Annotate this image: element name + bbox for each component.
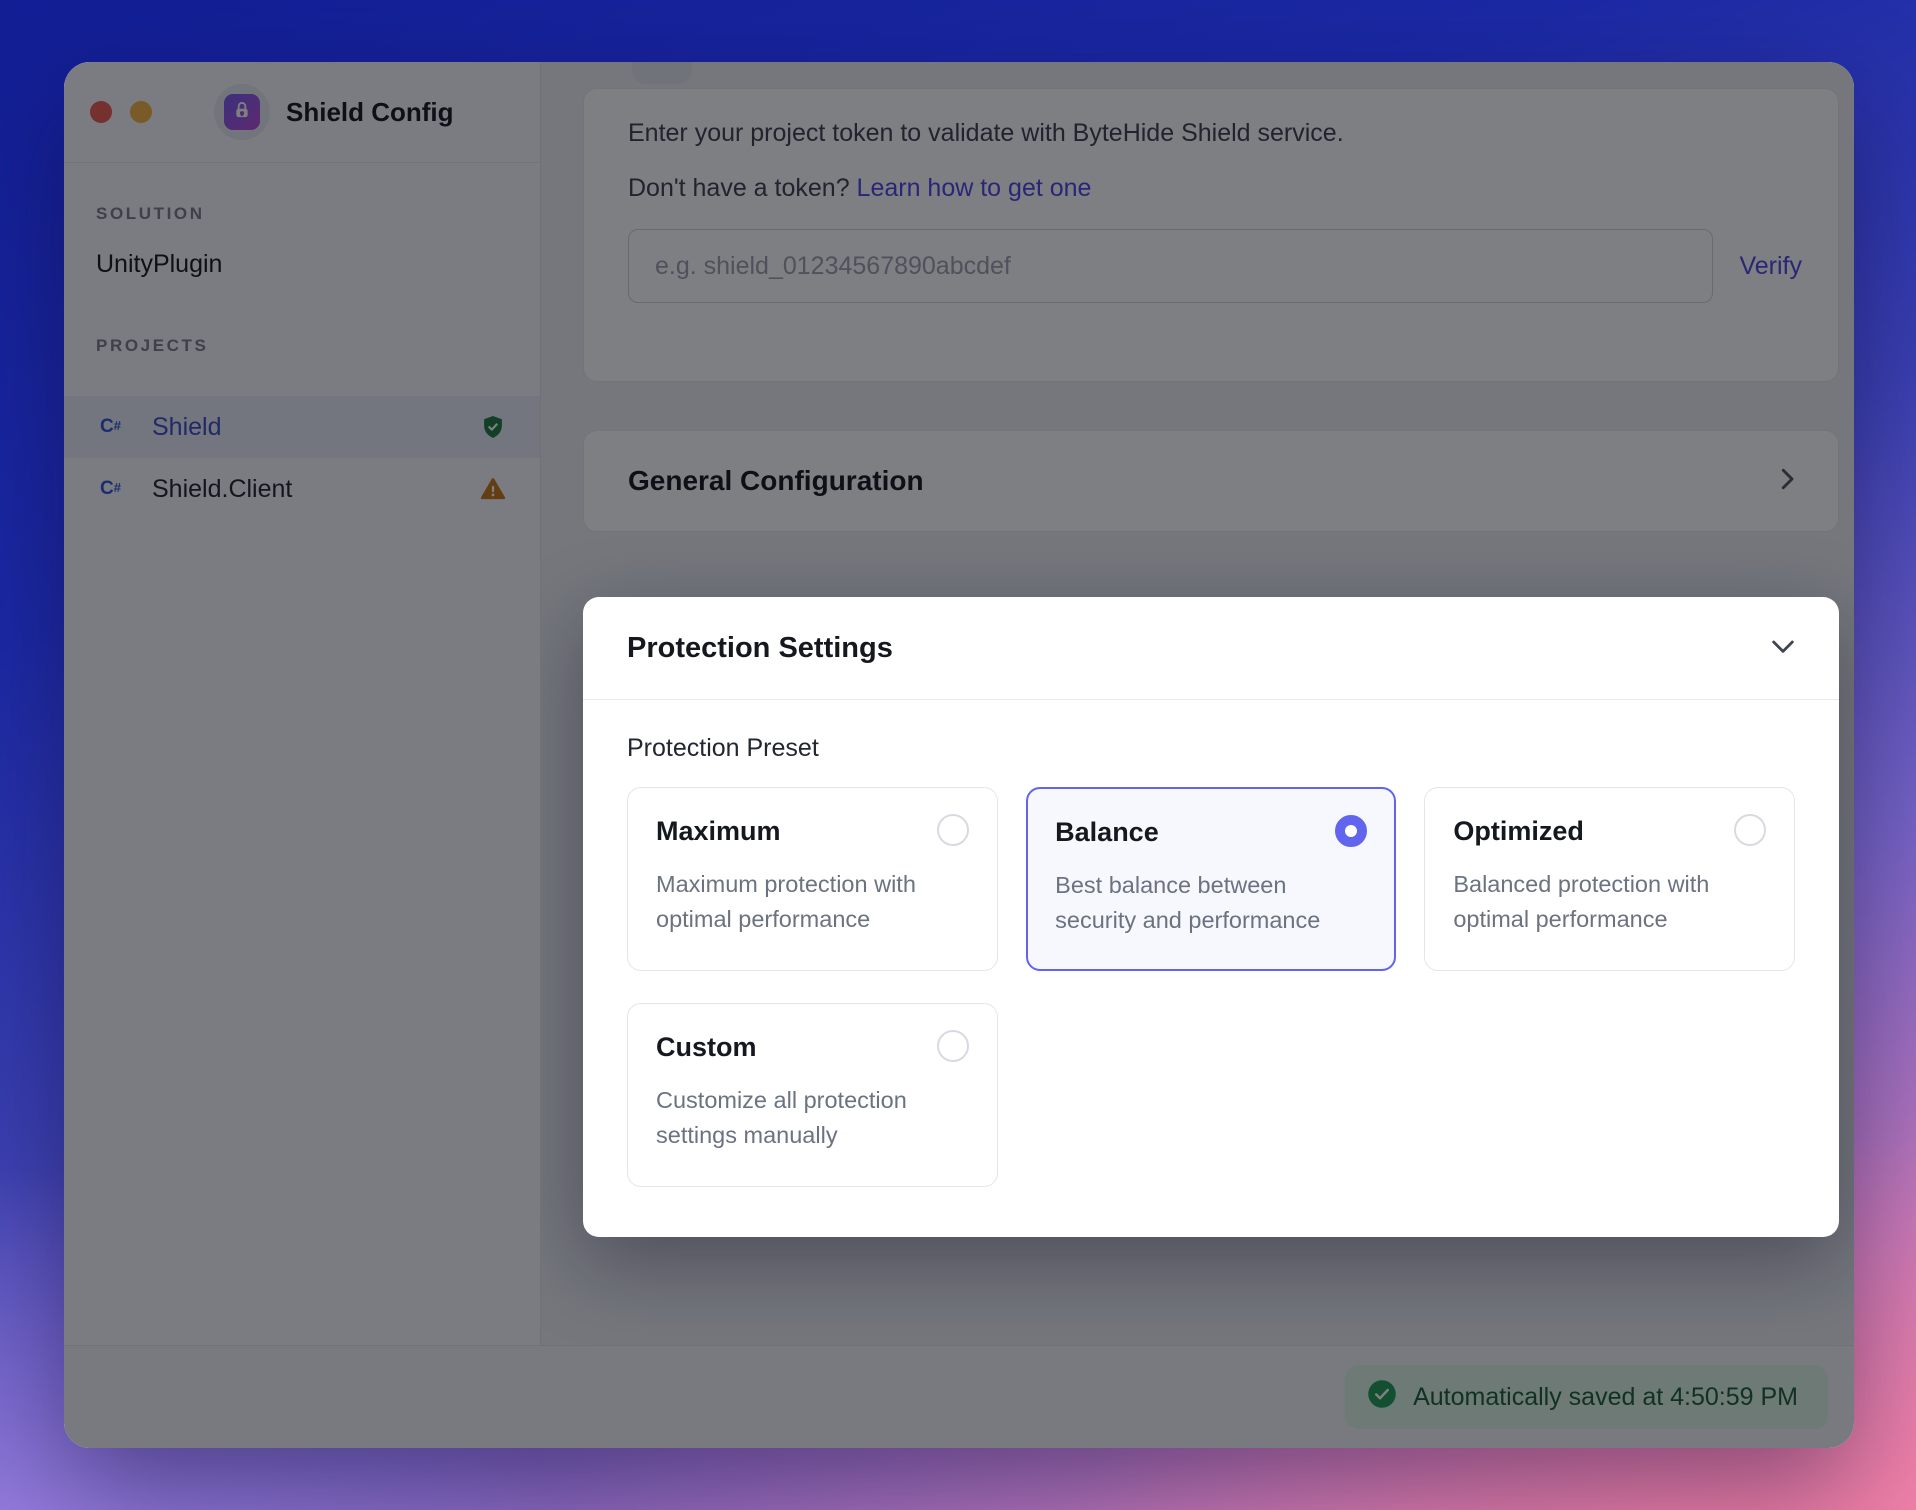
- preset-title: Balance: [1055, 815, 1159, 848]
- preset-card-maximum[interactable]: Maximum Maximum protection with optimal …: [627, 787, 998, 971]
- preset-card-custom[interactable]: Custom Customize all protection settings…: [627, 1003, 998, 1187]
- desktop-background: Shield Config SOLUTION UnityPlugin PROJE…: [0, 0, 1916, 1510]
- protection-settings-header[interactable]: Protection Settings: [583, 597, 1839, 700]
- app-window: Shield Config SOLUTION UnityPlugin PROJE…: [64, 62, 1854, 1448]
- preset-description: Customize all protection settings manual…: [656, 1083, 969, 1154]
- preset-title: Maximum: [656, 814, 781, 847]
- radio-maximum[interactable]: [937, 814, 969, 846]
- radio-optimized[interactable]: [1734, 814, 1766, 846]
- protection-settings-panel: Protection Settings Protection Preset Ma…: [583, 597, 1839, 1237]
- radio-custom[interactable]: [937, 1030, 969, 1062]
- chevron-down-icon[interactable]: [1767, 630, 1799, 667]
- radio-balance-selected[interactable]: [1335, 815, 1367, 847]
- preset-card-optimized[interactable]: Optimized Balanced protection with optim…: [1424, 787, 1795, 971]
- protection-settings-title: Protection Settings: [627, 632, 893, 665]
- preset-title: Custom: [656, 1030, 757, 1063]
- preset-card-balance[interactable]: Balance Best balance between security an…: [1026, 787, 1397, 971]
- preset-description: Maximum protection with optimal performa…: [656, 867, 969, 938]
- preset-title: Optimized: [1453, 814, 1584, 847]
- preset-description: Best balance between security and perfor…: [1055, 868, 1367, 939]
- protection-preset-label: Protection Preset: [583, 700, 1839, 763]
- preset-description: Balanced protection with optimal perform…: [1453, 867, 1766, 938]
- preset-grid: Maximum Maximum protection with optimal …: [583, 763, 1839, 1187]
